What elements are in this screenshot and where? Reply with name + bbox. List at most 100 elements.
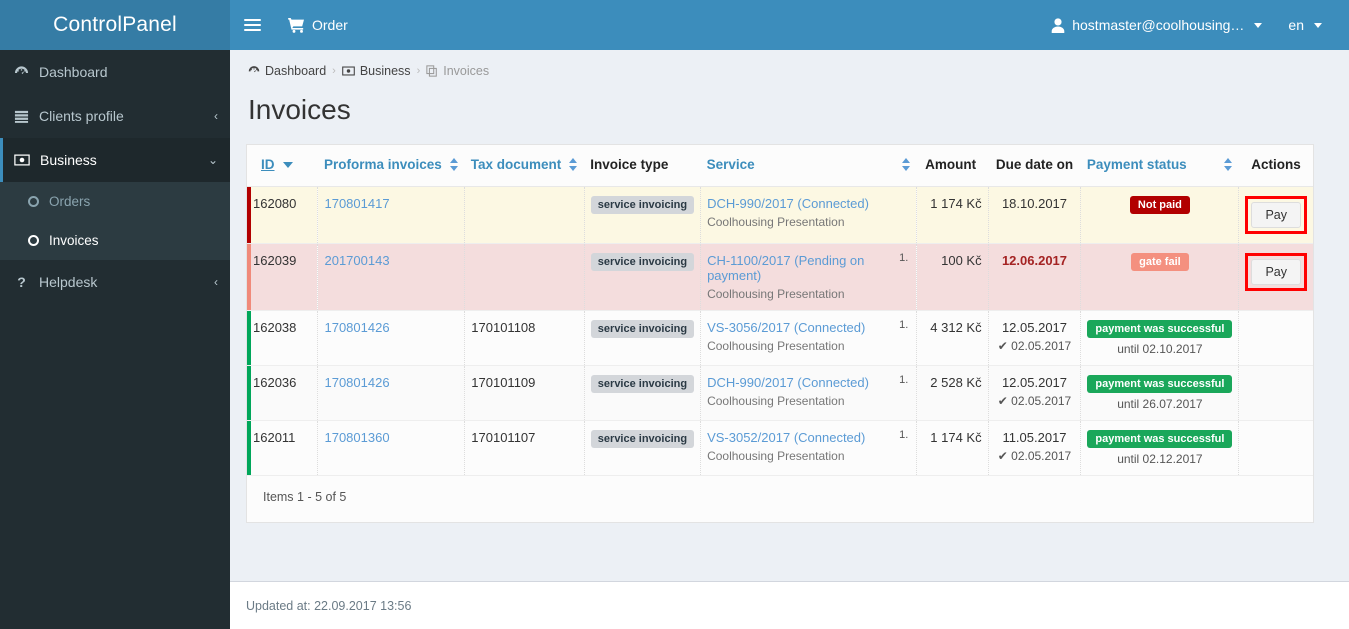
table-header-row: ID Proforma invoices Tax document Invoic…: [247, 145, 1313, 187]
due-date: 12.05.2017: [1001, 375, 1068, 390]
sort-desc-icon[interactable]: [282, 161, 293, 168]
due-date: 18.10.2017: [1001, 196, 1068, 211]
service-state: (Connected): [793, 320, 866, 335]
due-date: 11.05.2017: [1002, 430, 1067, 445]
language-menu-button[interactable]: en: [1275, 0, 1335, 50]
invoices-table: ID Proforma invoices Tax document Invoic…: [247, 145, 1313, 476]
proforma-invoice-link[interactable]: 170801417: [324, 196, 389, 211]
table-row[interactable]: 162038 170801426 170101108 service invoicin…: [247, 310, 1313, 366]
user-menu-button[interactable]: hostmaster@coolhousing…: [1038, 0, 1275, 50]
cell-invoice-type: service invoicing: [583, 420, 701, 476]
breadcrumb-item-dashboard[interactable]: Dashboard: [248, 64, 326, 78]
menu-toggle-button[interactable]: [230, 0, 274, 50]
service-link[interactable]: VS-3052/2017 (Connected): [707, 430, 865, 445]
service-link[interactable]: DCH-990/2017 (Connected): [707, 196, 869, 211]
cell-payment-status: payment was successful until 26.07.2017: [1080, 365, 1239, 421]
cell-invoice-type: service invoicing: [583, 365, 701, 421]
column-header-tax[interactable]: Tax document: [464, 145, 585, 187]
highlight-box: Pay: [1245, 253, 1307, 291]
order-nav-button[interactable]: Order: [274, 0, 362, 50]
cell-id: 162011: [247, 420, 318, 476]
column-header-proforma-label: Proforma invoices: [323, 157, 442, 172]
sidebar-item-orders[interactable]: Orders: [0, 182, 230, 221]
sort-icon[interactable]: [901, 158, 911, 171]
column-header-service-label: Service: [706, 157, 755, 172]
invoices-icon: [426, 65, 438, 77]
breadcrumb-label: Invoices: [443, 64, 490, 78]
content-inner: Dashboard › Business › Invoices Invoices…: [230, 50, 1349, 581]
sort-icon[interactable]: [1223, 158, 1233, 171]
highlight-box: Pay: [1245, 196, 1307, 234]
cell-due-date: 11.05.2017 ✔ 02.05.2017: [987, 420, 1081, 476]
breadcrumb-separator: ›: [416, 65, 421, 77]
column-header-due-label: Due date on: [995, 157, 1074, 172]
column-header-type-label: Invoice type: [590, 157, 669, 172]
sidebar-item-dashboard[interactable]: Dashboard: [0, 50, 230, 94]
due-date: 12.06.2017: [1001, 253, 1068, 268]
sidebar-item-invoices[interactable]: Invoices: [0, 221, 230, 260]
proforma-invoice-link[interactable]: 170801426: [324, 320, 389, 335]
breadcrumb-separator: ›: [332, 65, 336, 77]
cell-invoice-type: service invoicing: [583, 243, 701, 311]
breadcrumb-label: Dashboard: [265, 64, 327, 78]
dashboard-icon: [14, 65, 29, 80]
cell-id: 162039: [247, 243, 318, 311]
cell-proforma: 170801360: [317, 420, 465, 476]
service-link[interactable]: VS-3056/2017 (Connected): [707, 320, 865, 335]
service-state: (Connected): [793, 430, 866, 445]
navbar: Order hostmaster@coolhousing… en: [230, 0, 1349, 50]
brand-name: ControlPanel: [53, 13, 177, 36]
status-valid-until: until 02.12.2017: [1117, 452, 1203, 466]
sidebar-item-business[interactable]: Business ⌄: [0, 138, 230, 182]
cell-payment-status: Not paid: [1080, 186, 1239, 244]
table-row[interactable]: 162036 170801426 170101109 service invoicin…: [247, 365, 1313, 421]
service-link[interactable]: DCH-990/2017 (Connected): [707, 375, 869, 390]
column-header-status-label: Payment status: [1086, 157, 1187, 172]
service-description: Coolhousing Presentation: [707, 287, 845, 301]
language-label: en: [1288, 17, 1304, 33]
service-description: Coolhousing Presentation: [707, 394, 845, 408]
sidebar: Dashboard Clients profile ‹ Business ⌄ O…: [0, 50, 230, 629]
brand-logo[interactable]: ControlPanel: [0, 0, 230, 50]
cell-due-date: 12.05.2017 ✔ 02.05.2017: [987, 310, 1081, 366]
column-header-status[interactable]: Payment status: [1080, 145, 1239, 187]
status-valid-until: until 26.07.2017: [1117, 397, 1203, 411]
cart-icon: [288, 17, 305, 33]
breadcrumb-label: Business: [359, 64, 411, 78]
sort-icon[interactable]: [449, 158, 459, 171]
pay-button[interactable]: Pay: [1251, 259, 1301, 285]
top-bar: ControlPanel Order hostmaster@coolhousin…: [0, 0, 1349, 50]
service-state: (Connected): [797, 196, 869, 211]
invoice-type-badge: service invoicing: [590, 430, 695, 448]
breadcrumb-item-business[interactable]: Business: [342, 64, 411, 78]
column-header-service[interactable]: Service: [700, 145, 917, 187]
proforma-invoice-link[interactable]: 201700143: [324, 253, 389, 268]
column-header-id[interactable]: ID: [247, 145, 318, 187]
sidebar-item-helpdesk[interactable]: ? Helpdesk ‹: [0, 260, 230, 304]
table-head: ID Proforma invoices Tax document Invoic…: [247, 145, 1313, 187]
pay-button[interactable]: Pay: [1251, 202, 1301, 228]
sort-icon[interactable]: [569, 158, 578, 171]
service-description: Coolhousing Presentation: [707, 449, 845, 463]
table-row[interactable]: 162011 170801360 170101107 service invoicin…: [247, 420, 1313, 476]
proforma-invoice-link[interactable]: 170801360: [324, 430, 389, 445]
invoice-type-badge: service invoicing: [590, 253, 695, 271]
app-root: ControlPanel Order hostmaster@coolhousin…: [0, 0, 1349, 629]
column-header-tax-label: Tax document: [470, 157, 562, 172]
cell-amount: 2 528 Kč: [916, 365, 989, 421]
column-header-proforma[interactable]: Proforma invoices: [317, 145, 465, 187]
proforma-invoice-link[interactable]: 170801426: [324, 375, 389, 390]
table-row[interactable]: 162080 170801417 service invoicing DCH-990/…: [247, 186, 1313, 244]
column-header-type: Invoice type: [584, 145, 701, 187]
table-row[interactable]: 162039 201700143 service invoicing CH-1100/…: [247, 243, 1313, 311]
paid-date: ✔ 02.05.2017: [997, 449, 1072, 463]
paid-date: ✔ 02.05.2017: [997, 339, 1072, 353]
sidebar-item-clients-profile[interactable]: Clients profile ‹: [0, 94, 230, 138]
service-link[interactable]: CH-1100/2017 (Pending on payment): [707, 253, 864, 283]
sidebar-submenu-business: Orders Invoices: [0, 182, 230, 260]
cell-tax-document: 170101108: [464, 310, 585, 366]
body-area: Dashboard Clients profile ‹ Business ⌄ O…: [0, 50, 1349, 629]
column-header-due: Due date on: [988, 145, 1081, 187]
cell-payment-status: gate fail: [1080, 243, 1239, 311]
